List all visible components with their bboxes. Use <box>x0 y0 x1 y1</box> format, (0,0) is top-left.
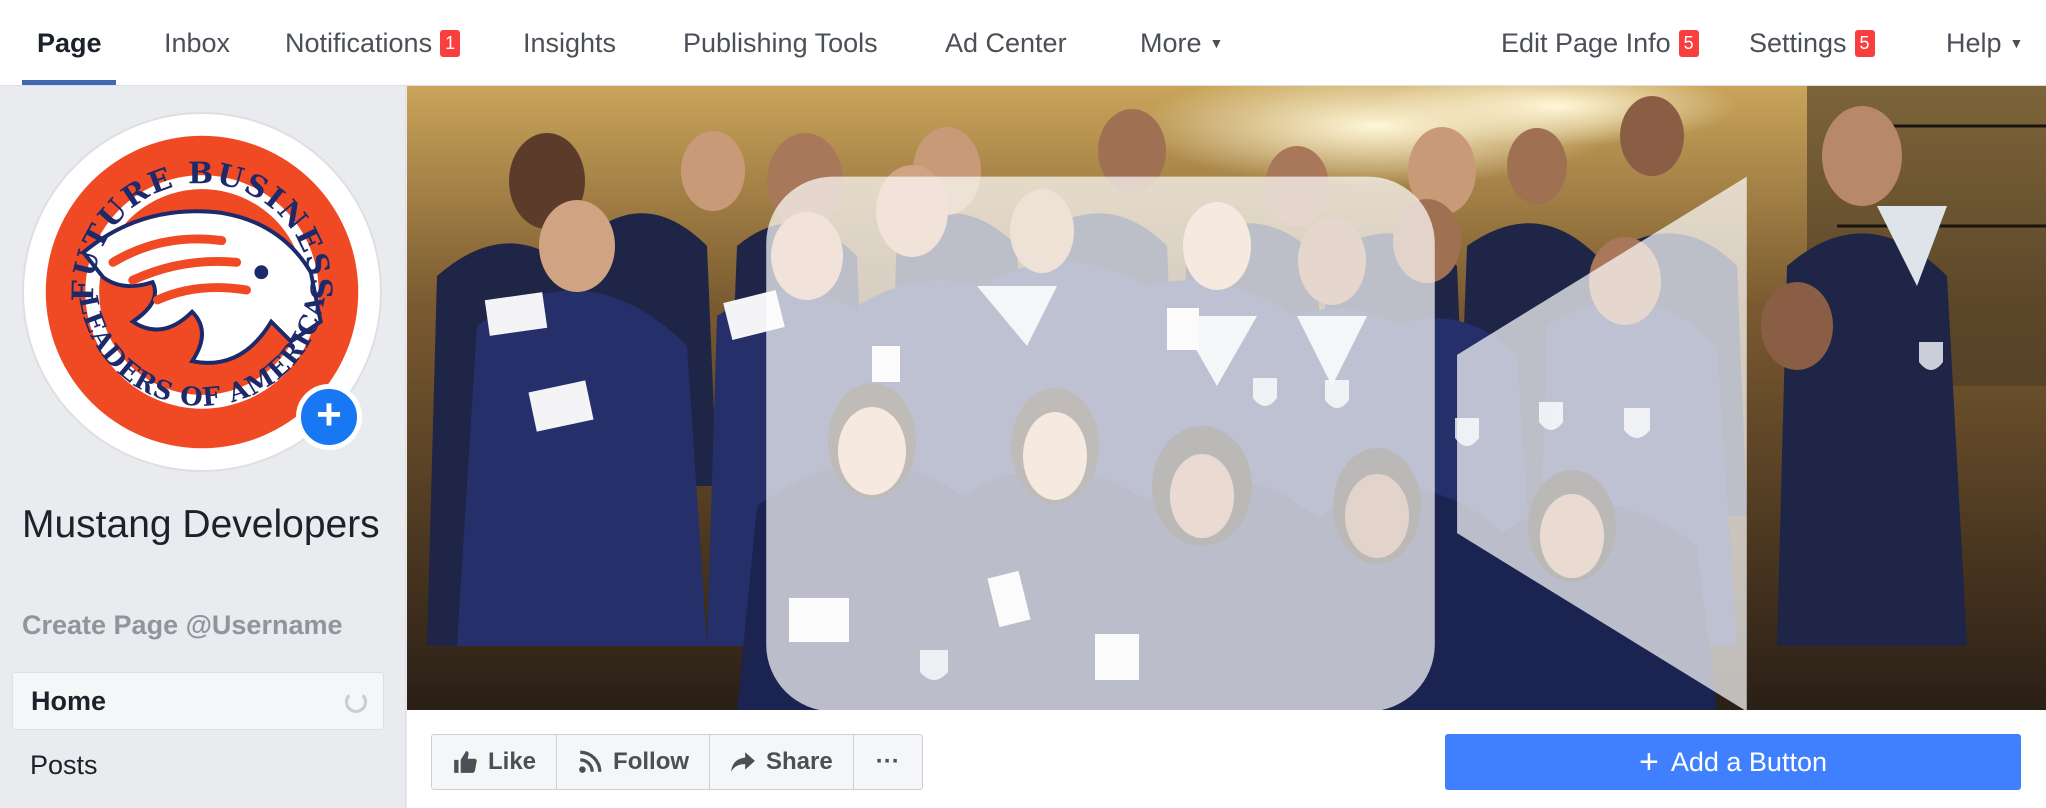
tab-label: Publishing Tools <box>683 27 878 58</box>
settings-badge: 5 <box>1854 29 1875 57</box>
tab-label: Ad Center <box>945 27 1067 58</box>
video-camera-icon <box>766 176 1747 710</box>
tab-insights[interactable]: Insights <box>523 0 616 86</box>
follow-button[interactable]: Follow <box>557 735 711 789</box>
like-label: Like <box>488 748 537 775</box>
tab-label: More <box>1140 27 1202 58</box>
page-action-bar: Like Follow Share ··· + Add a Button <box>407 710 2046 808</box>
edit-page-info-badge: 5 <box>1678 29 1699 57</box>
share-button[interactable]: Share <box>710 735 854 789</box>
more-dots-icon: ··· <box>875 748 900 775</box>
page-name: Mustang Developers <box>22 503 380 546</box>
settings-link[interactable]: Settings 5 <box>1749 0 1875 86</box>
add-profile-photo-button[interactable]: + <box>296 384 362 450</box>
side-menu-home[interactable]: Home <box>12 672 384 730</box>
nav-label: Edit Page Info <box>1501 27 1671 58</box>
side-menu-label: Home <box>31 685 107 716</box>
cover-photo[interactable] <box>407 86 2046 710</box>
add-a-button[interactable]: + Add a Button <box>1445 734 2021 790</box>
like-button[interactable]: Like <box>432 735 558 789</box>
tab-ad-center[interactable]: Ad Center <box>945 0 1067 86</box>
page-top-nav: Page Inbox Notifications 1 Insights Publi… <box>0 0 2046 86</box>
edit-page-info-link[interactable]: Edit Page Info 5 <box>1501 0 1699 86</box>
tab-more[interactable]: More ▼ <box>1140 0 1223 86</box>
tab-publishing-tools[interactable]: Publishing Tools <box>683 0 878 86</box>
plus-icon: + <box>1639 743 1659 781</box>
tab-label: Insights <box>523 27 617 58</box>
caret-down-icon: ▼ <box>2009 35 2024 51</box>
tab-inbox[interactable]: Inbox <box>164 0 230 86</box>
page-sidebar: FUTURE BUSINESS LEADERS OF AMERICA + Mus… <box>0 86 406 808</box>
tab-page[interactable]: Page <box>37 0 102 86</box>
caret-down-icon: ▼ <box>1209 35 1224 51</box>
loading-spinner-icon <box>345 691 367 713</box>
rss-follow-icon <box>579 750 602 773</box>
notifications-badge: 1 <box>440 29 461 57</box>
plus-icon: + <box>316 390 342 439</box>
follow-label: Follow <box>613 748 690 775</box>
active-tab-indicator <box>22 80 116 85</box>
tab-label: Page <box>37 27 102 58</box>
thumbs-up-icon <box>454 751 477 773</box>
nav-label: Help <box>1946 27 2002 58</box>
share-label: Share <box>766 748 833 775</box>
share-arrow-icon <box>731 752 755 772</box>
side-menu-posts[interactable]: Posts <box>12 736 384 794</box>
page-actions-group: Like Follow Share ··· <box>431 734 923 790</box>
tab-label: Inbox <box>164 27 231 58</box>
page-side-menu: Home Posts <box>12 672 384 794</box>
more-options-button[interactable]: ··· <box>854 735 922 789</box>
tab-notifications[interactable]: Notifications 1 <box>285 0 461 86</box>
create-username-link[interactable]: Create Page @Username <box>22 610 342 641</box>
side-menu-label: Posts <box>30 749 98 780</box>
nav-label: Settings <box>1749 27 1847 58</box>
add-a-button-label: Add a Button <box>1670 746 1827 777</box>
help-menu[interactable]: Help ▼ <box>1946 0 2023 86</box>
tab-label: Notifications <box>285 27 433 58</box>
